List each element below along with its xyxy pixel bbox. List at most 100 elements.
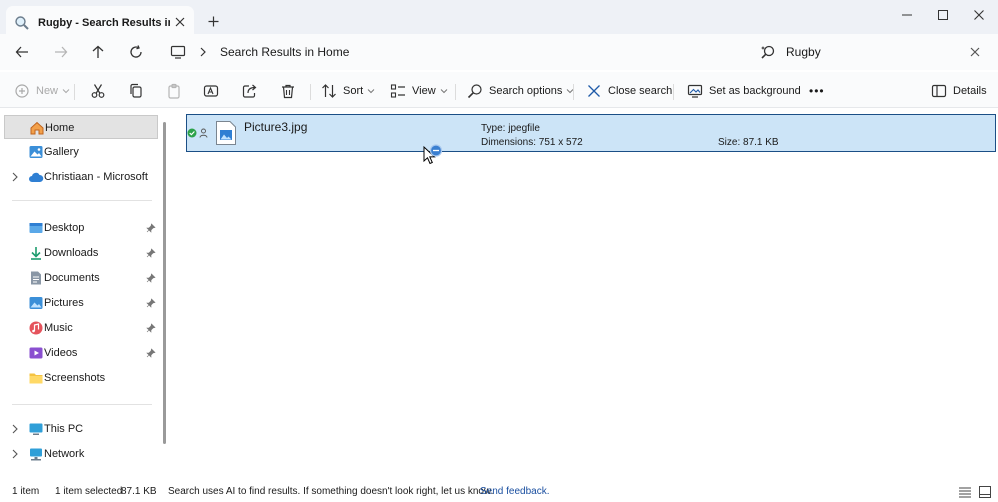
plus-circle-icon (15, 84, 29, 98)
chevron-right-icon[interactable] (10, 424, 20, 434)
chevron-right-icon (200, 47, 206, 57)
pin-icon[interactable] (146, 273, 156, 283)
file-name: Picture3.jpg (244, 120, 308, 134)
monitor-icon (170, 45, 186, 59)
view-list-icon (390, 84, 405, 98)
selection-size: 87.1 KB (121, 486, 157, 497)
close-button[interactable] (964, 2, 994, 28)
file-list: Picture3.jpg Type: jpegfile Dimensions: … (170, 108, 998, 482)
sidebar-item-pictures[interactable]: Pictures (4, 291, 158, 315)
set-as-background-button[interactable]: Set as background (687, 80, 801, 102)
sidebar-item-label: This PC (44, 423, 84, 435)
sidebar-item-label: Desktop (44, 222, 85, 234)
send-feedback-link[interactable]: Send feedback. (480, 486, 550, 497)
forward-button[interactable] (51, 42, 71, 62)
set-as-background-label: Set as background (709, 85, 801, 97)
new-button[interactable]: New (14, 80, 70, 102)
tiles-view-icon[interactable] (978, 485, 992, 499)
sidebar-divider (12, 200, 152, 201)
delete-button[interactable] (280, 80, 296, 102)
sidebar-item-onedrive[interactable]: Christiaan - Microsoft (4, 165, 158, 189)
sidebar-item-desktop[interactable]: Desktop (4, 216, 158, 240)
sidebar-item-documents[interactable]: Documents (4, 266, 158, 290)
music-icon (29, 321, 43, 335)
close-search-button[interactable]: Close search (586, 80, 672, 102)
address-bar[interactable]: Search Results in Home (160, 37, 744, 67)
search-options-icon (467, 84, 482, 99)
command-bar: New Sort View Search options Close searc… (0, 72, 998, 108)
minimize-button[interactable] (892, 2, 922, 28)
new-tab-button[interactable] (204, 12, 222, 30)
pin-icon[interactable] (146, 248, 156, 258)
copy-button[interactable] (128, 80, 144, 102)
clear-search-icon[interactable] (968, 45, 982, 59)
more-options-button[interactable]: ••• (809, 80, 825, 102)
copy-icon (130, 83, 142, 98)
sidebar-divider (12, 404, 152, 405)
tab-title: Rugby - Search Results in Home (38, 17, 170, 29)
arrow-left-icon (15, 46, 28, 58)
up-button[interactable] (88, 42, 108, 62)
maximize-button[interactable] (928, 2, 958, 28)
sidebar-item-label: Home (45, 122, 75, 134)
search-sparkle-icon (761, 45, 775, 59)
chevron-right-icon[interactable] (10, 172, 20, 182)
clipboard-icon (168, 83, 180, 99)
file-size: Size: 87.1 KB (718, 137, 779, 148)
chevron-down-icon (440, 89, 448, 94)
close-search-label: Close search (608, 85, 673, 97)
refresh-icon (130, 45, 142, 58)
tab-close-icon[interactable] (172, 14, 188, 30)
rename-icon (203, 85, 219, 97)
share-button[interactable] (242, 80, 258, 102)
chevron-right-icon[interactable] (10, 449, 20, 459)
back-button[interactable] (12, 42, 32, 62)
pin-icon[interactable] (146, 223, 156, 233)
sidebar-item-screenshots[interactable]: Screenshots (4, 366, 158, 390)
sidebar-item-home[interactable]: Home (4, 115, 158, 139)
sidebar-item-music[interactable]: Music (4, 316, 158, 340)
search-box[interactable]: Rugby (752, 37, 990, 67)
address-path: Search Results in Home (220, 45, 350, 59)
pin-icon[interactable] (146, 348, 156, 358)
new-label: New (36, 85, 59, 97)
table-row[interactable]: Picture3.jpg Type: jpegfile Dimensions: … (186, 114, 996, 152)
sidebar-item-network[interactable]: Network (4, 442, 158, 466)
sidebar-scrollbar[interactable] (163, 122, 166, 444)
chevron-down-icon (62, 89, 70, 94)
videos-icon (29, 347, 43, 359)
view-button[interactable]: View (390, 80, 448, 102)
address-row: Search Results in Home Rugby (0, 34, 998, 70)
rename-button[interactable] (203, 80, 219, 102)
sidebar-item-gallery[interactable]: Gallery (4, 140, 158, 164)
toolbar-divider (74, 84, 75, 100)
sidebar-item-label: Music (44, 322, 73, 334)
scissors-icon (91, 84, 105, 98)
network-icon (30, 448, 42, 461)
sort-button[interactable]: Sort (321, 80, 375, 102)
share-icon (242, 84, 257, 98)
toolbar-divider (673, 84, 674, 100)
sidebar-item-downloads[interactable]: Downloads (4, 241, 158, 265)
search-input[interactable]: Rugby (786, 45, 966, 59)
mouse-cursor-icon (423, 144, 443, 165)
ai-search-notice: Search uses AI to find results. If somet… (168, 486, 494, 497)
sidebar-item-this-pc[interactable]: This PC (4, 417, 158, 441)
home-icon (30, 121, 44, 135)
sort-icon (322, 84, 336, 98)
sidebar-item-videos[interactable]: Videos (4, 341, 158, 365)
details-button[interactable]: Details (931, 80, 987, 102)
refresh-button[interactable] (126, 42, 146, 62)
search-options-label: Search options (489, 85, 563, 97)
cut-button[interactable] (90, 80, 106, 102)
details-label: Details (953, 85, 987, 97)
selection-count: 1 item selected (55, 486, 123, 497)
pc-icon (29, 423, 43, 435)
pin-icon[interactable] (146, 298, 156, 308)
search-options-button[interactable]: Search options (467, 80, 574, 102)
details-view-icon[interactable] (958, 485, 972, 499)
arrow-right-icon (55, 46, 68, 58)
pin-icon[interactable] (146, 323, 156, 333)
paste-button[interactable] (166, 80, 182, 102)
view-label: View (412, 85, 436, 97)
